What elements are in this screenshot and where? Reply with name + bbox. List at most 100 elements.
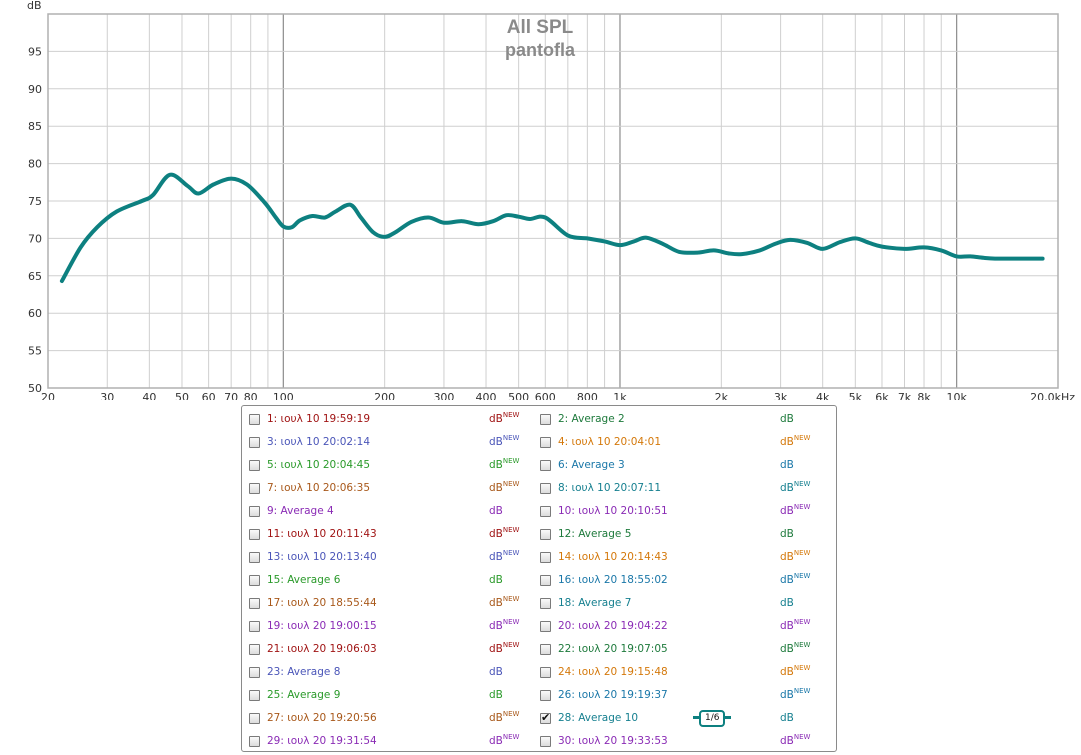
chart-title: All SPL bbox=[507, 17, 574, 38]
x-tick-label: 10k bbox=[946, 391, 967, 400]
legend-item[interactable]: 29: ιουλ 20 19:31:54 bbox=[249, 732, 377, 750]
trace-unit-label: dBNEW bbox=[489, 434, 519, 448]
trace-checkbox[interactable] bbox=[249, 436, 260, 448]
trace-checkbox[interactable] bbox=[540, 574, 551, 586]
trace-unit-label: dBNEW bbox=[489, 526, 519, 540]
trace-checkbox[interactable] bbox=[249, 666, 260, 678]
trace-checkbox[interactable] bbox=[540, 505, 551, 517]
trace-checkbox[interactable] bbox=[249, 574, 260, 586]
trace-label: 23: Average 8 bbox=[267, 666, 341, 678]
legend-item[interactable]: 15: Average 6 bbox=[249, 571, 340, 589]
trace-checkbox[interactable] bbox=[540, 643, 551, 655]
trace-checkbox[interactable] bbox=[540, 711, 551, 724]
trace-label: 19: ιουλ 20 19:00:15 bbox=[267, 620, 377, 632]
trace-checkbox[interactable] bbox=[540, 482, 551, 494]
unit-text: dB bbox=[489, 712, 503, 724]
trace-unit-label: dBNEW bbox=[489, 480, 519, 494]
trace-checkbox[interactable] bbox=[249, 712, 260, 724]
trace-label: 20: ιουλ 20 19:04:22 bbox=[558, 620, 668, 632]
legend-item[interactable]: 9: Average 4 bbox=[249, 502, 334, 520]
trace-checkbox[interactable] bbox=[249, 413, 260, 425]
legend-item[interactable]: 23: Average 8 bbox=[249, 663, 340, 681]
legend-item[interactable]: 17: ιουλ 20 18:55:44 bbox=[249, 594, 377, 612]
legend-item[interactable]: 20: ιουλ 20 19:04:22 bbox=[540, 617, 668, 635]
trace-checkbox[interactable] bbox=[540, 597, 551, 609]
trace-unit-label: dBNEW bbox=[780, 503, 811, 517]
x-tick-label: 4k bbox=[816, 391, 830, 400]
legend-item[interactable]: 22: ιουλ 20 19:07:05 bbox=[540, 640, 668, 658]
trace-checkbox[interactable] bbox=[540, 528, 551, 540]
new-badge: NEW bbox=[793, 733, 811, 741]
trace-checkbox[interactable] bbox=[249, 528, 260, 540]
trace-checkbox[interactable] bbox=[249, 551, 260, 563]
legend-item[interactable]: 6: Average 3 bbox=[540, 456, 625, 474]
legend-item[interactable]: 14: ιουλ 10 20:14:43 bbox=[540, 548, 668, 566]
trace-label: 18: Average 7 bbox=[558, 597, 632, 609]
trace-checkbox[interactable] bbox=[540, 551, 551, 563]
trace-unit-label: dBNEW bbox=[489, 595, 519, 609]
legend-item[interactable]: 7: ιουλ 10 20:06:35 bbox=[249, 479, 370, 497]
legend-item[interactable]: 10: ιουλ 10 20:10:51 bbox=[540, 502, 668, 520]
legend-item[interactable]: 16: ιουλ 20 18:55:02 bbox=[540, 571, 668, 589]
trace-checkbox[interactable] bbox=[540, 689, 551, 701]
legend-item[interactable]: 8: ιουλ 10 20:07:11 bbox=[540, 479, 661, 497]
trace-checkbox[interactable] bbox=[540, 620, 551, 632]
smoothing-badge[interactable]: 1/6 bbox=[692, 710, 733, 727]
x-tick-label: 1k bbox=[613, 391, 627, 400]
unit-text: dB bbox=[780, 620, 794, 632]
unit-text: dB bbox=[489, 459, 503, 471]
legend-item[interactable]: 4: ιουλ 10 20:04:01 bbox=[540, 433, 661, 451]
trace-checkbox[interactable] bbox=[540, 436, 551, 448]
trace-label: 22: ιουλ 20 19:07:05 bbox=[558, 643, 668, 655]
legend-item[interactable]: 3: ιουλ 10 20:02:14 bbox=[249, 433, 370, 451]
legend-item[interactable]: 5: ιουλ 10 20:04:45 bbox=[249, 456, 370, 474]
trace-label: 7: ιουλ 10 20:06:35 bbox=[267, 482, 371, 494]
new-badge: NEW bbox=[793, 641, 811, 649]
trace-checkbox[interactable] bbox=[249, 643, 260, 655]
x-tick-label: 20,0kHz bbox=[1030, 391, 1075, 400]
trace-checkbox[interactable] bbox=[249, 735, 260, 747]
new-badge: NEW bbox=[793, 687, 811, 695]
trace-unit-label: dBNEW bbox=[780, 434, 810, 448]
legend-item[interactable]: 18: Average 7 bbox=[540, 594, 631, 612]
trace-unit-label: dBNEW bbox=[780, 733, 811, 747]
unit-text: dB bbox=[780, 413, 794, 425]
trace-checkbox[interactable] bbox=[249, 459, 260, 471]
new-badge: NEW bbox=[502, 710, 520, 718]
legend-item[interactable]: 28: Average 10 bbox=[540, 709, 638, 727]
legend-item[interactable]: 26: ιουλ 20 19:19:37 bbox=[540, 686, 668, 704]
legend-item[interactable]: 19: ιουλ 20 19:00:15 bbox=[249, 617, 377, 635]
trace-checkbox[interactable] bbox=[249, 689, 260, 701]
trace-checkbox[interactable] bbox=[540, 413, 551, 425]
trace-checkbox[interactable] bbox=[249, 620, 260, 632]
legend-item[interactable]: 24: ιουλ 20 19:15:48 bbox=[540, 663, 668, 681]
legend-item[interactable]: 1: ιουλ 10 19:59:19 bbox=[249, 410, 370, 428]
legend-item[interactable]: 2: Average 2 bbox=[540, 410, 625, 428]
trace-checkbox[interactable] bbox=[540, 735, 551, 747]
trace-unit-label: dBNEW bbox=[489, 549, 520, 563]
unit-text: dB bbox=[780, 528, 794, 540]
trace-checkbox[interactable] bbox=[540, 459, 551, 471]
trace-checkbox[interactable] bbox=[249, 505, 260, 517]
y-tick-label: 55 bbox=[28, 345, 42, 358]
trace-checkbox[interactable] bbox=[249, 482, 260, 494]
legend-item[interactable]: 30: ιουλ 20 19:33:53 bbox=[540, 732, 668, 750]
trace-label: 24: ιουλ 20 19:15:48 bbox=[558, 666, 668, 678]
legend-item[interactable]: 13: ιουλ 10 20:13:40 bbox=[249, 548, 377, 566]
legend-item[interactable]: 27: ιουλ 20 19:20:56 bbox=[249, 709, 377, 727]
trace-unit-label: dBNEW bbox=[780, 641, 811, 655]
x-tick-label: 800 bbox=[577, 391, 598, 400]
new-badge: NEW bbox=[793, 503, 811, 511]
new-badge: NEW bbox=[502, 549, 520, 557]
new-badge: NEW bbox=[793, 480, 811, 488]
trace-checkbox[interactable] bbox=[249, 597, 260, 609]
legend-item[interactable]: 25: Average 9 bbox=[249, 686, 340, 704]
legend-item[interactable]: 12: Average 5 bbox=[540, 525, 631, 543]
y-tick-label: 90 bbox=[28, 83, 42, 96]
legend-item[interactable]: 21: ιουλ 20 19:06:03 bbox=[249, 640, 377, 658]
legend-item[interactable]: 11: ιουλ 10 20:11:43 bbox=[249, 525, 377, 543]
unit-text: dB bbox=[780, 459, 794, 471]
x-tick-label: 40 bbox=[142, 391, 156, 400]
trace-checkbox[interactable] bbox=[540, 666, 551, 678]
chart-subtitle: pantofla bbox=[505, 40, 576, 60]
